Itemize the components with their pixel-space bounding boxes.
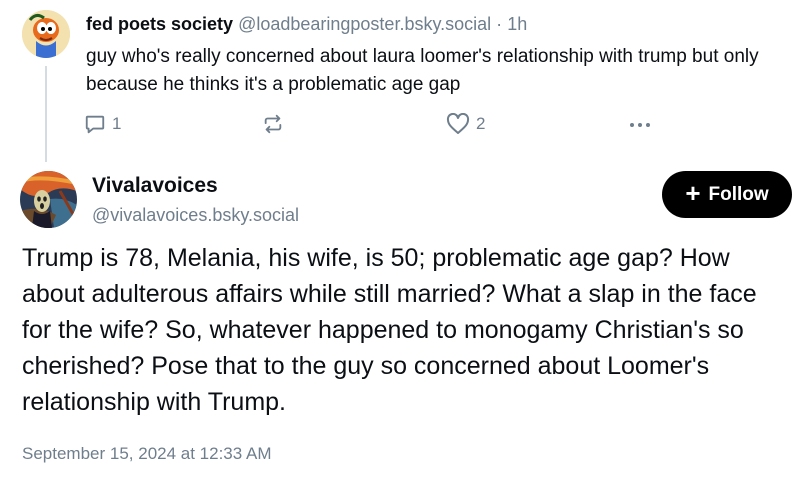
parent-post-actions: 1 2 [82, 110, 682, 138]
plus-icon: + [685, 178, 701, 208]
main-author-name[interactable]: Vivalavoices [92, 173, 218, 199]
main-post-text: Trump is 78, Melania, his wife, is 50; p… [22, 244, 757, 416]
follow-button[interactable]: + Follow [662, 171, 792, 218]
header-separator: · [496, 14, 503, 34]
main-author-avatar[interactable] [20, 171, 77, 228]
repost-arrows-icon [264, 114, 282, 134]
ellipsis-icon [630, 123, 650, 127]
repost-button[interactable] [262, 110, 284, 138]
like-button[interactable]: 2 [446, 110, 485, 138]
cartoon-character-avatar-icon [22, 10, 70, 58]
parent-post-text: guy who's really concerned about laura l… [86, 46, 759, 95]
parent-author-handle[interactable]: @loadbearingposter.bsky.social [238, 14, 491, 34]
like-count: 2 [476, 114, 486, 133]
parent-post-header: fed poets society @loadbearingposter.bsk… [86, 12, 527, 36]
main-author-handle[interactable]: @vivalavoices.bsky.social [92, 203, 299, 227]
reply-count: 1 [112, 114, 122, 133]
parent-post-time[interactable]: 1h [507, 14, 527, 34]
heart-icon [446, 113, 470, 134]
parent-author-name[interactable]: fed poets society [86, 14, 233, 34]
scream-painting-avatar-icon [20, 171, 77, 228]
parent-author-avatar[interactable] [22, 10, 70, 58]
speech-bubble-icon [85, 115, 105, 134]
post-timestamp[interactable]: September 15, 2024 at 12:33 AM [22, 443, 272, 465]
more-options-button[interactable] [627, 110, 653, 138]
thread-connector-line [45, 66, 47, 162]
follow-label: Follow [708, 183, 769, 205]
reply-button[interactable]: 1 [84, 110, 121, 138]
